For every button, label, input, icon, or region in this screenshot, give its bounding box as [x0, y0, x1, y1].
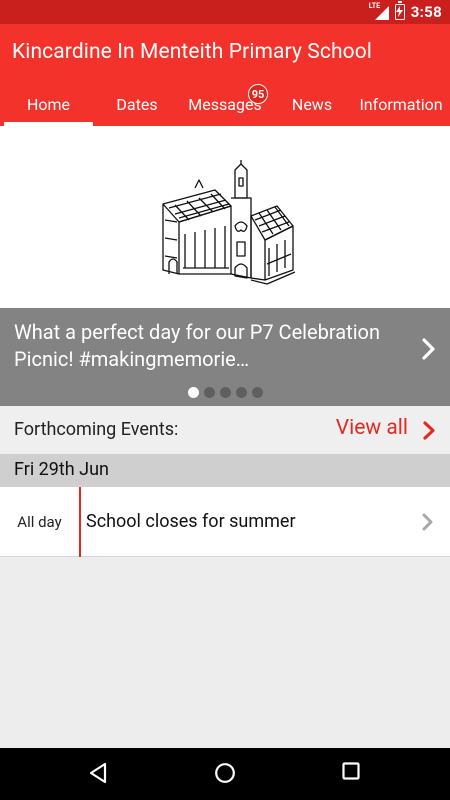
lte-signal-icon: LTE [369, 2, 389, 20]
back-icon[interactable] [88, 762, 108, 784]
event-divider [79, 487, 81, 557]
event-row[interactable]: All day School closes for summer [0, 487, 450, 557]
navigation-bar [0, 748, 450, 800]
status-time: 3:58 [410, 3, 442, 21]
carousel-caption[interactable]: What a perfect day for our P7 Celebratio… [0, 308, 450, 406]
carousel-dot[interactable] [203, 387, 215, 398]
app-bar: Kincardine In Menteith Primary School Ho… [0, 24, 450, 126]
date-header: Fri 29th Jun [0, 454, 450, 487]
carousel-dots [0, 387, 450, 398]
events-title: Forthcoming Events: [14, 419, 179, 440]
tab-information[interactable]: Information [356, 88, 446, 126]
chevron-right-icon[interactable] [423, 421, 436, 440]
carousel-dot[interactable] [187, 387, 199, 398]
chevron-right-icon[interactable] [422, 338, 436, 360]
battery-charging-icon [394, 1, 405, 20]
messages-badge: 95 [248, 84, 268, 104]
tab-news[interactable]: News [284, 88, 340, 126]
carousel-dot[interactable] [251, 387, 263, 398]
date-label: Fri 29th Jun [14, 459, 109, 480]
hero-banner [0, 126, 450, 308]
carousel-dot[interactable] [235, 387, 247, 398]
status-bar: LTE 3:58 [0, 0, 450, 24]
tab-dates[interactable]: Dates [100, 88, 174, 126]
event-name: School closes for summer [86, 511, 296, 532]
event-time: All day [17, 513, 62, 531]
carousel-caption-text: What a perfect day for our P7 Celebratio… [14, 320, 381, 371]
tab-home[interactable]: Home [4, 88, 93, 126]
view-all-link[interactable]: View all [336, 416, 408, 440]
events-header: Forthcoming Events: View all [0, 406, 450, 454]
app-title: Kincardine In Menteith Primary School [12, 40, 372, 64]
chevron-right-icon[interactable] [422, 513, 434, 531]
carousel-dot[interactable] [219, 387, 231, 398]
recents-icon[interactable] [342, 762, 360, 780]
school-building-sketch [162, 160, 295, 285]
home-icon[interactable] [214, 762, 236, 784]
tab-bar: Home Dates Messages News Information [0, 88, 450, 126]
